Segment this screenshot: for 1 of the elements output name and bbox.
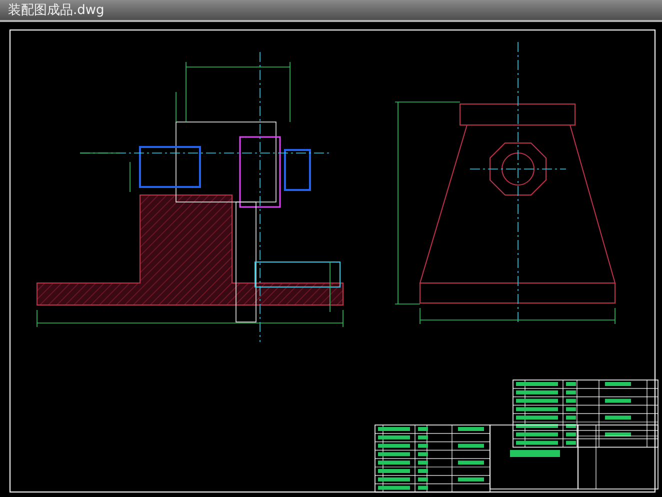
window-title: 装配图成品.dwg (8, 4, 104, 16)
